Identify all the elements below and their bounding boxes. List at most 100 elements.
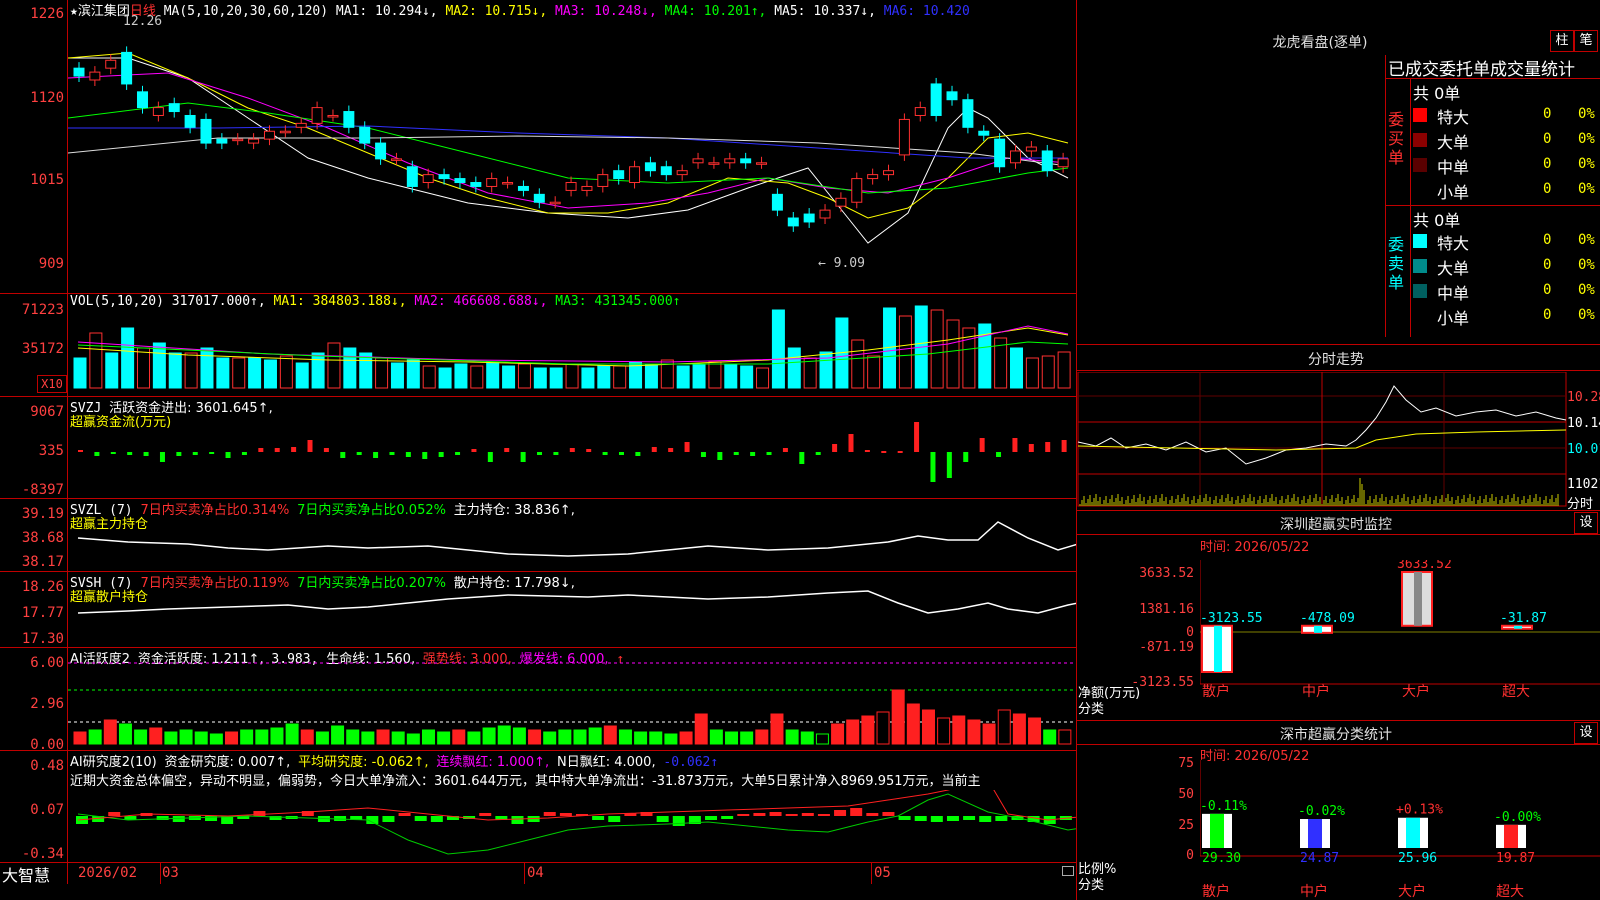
tick-view-button[interactable]: 笔 (1574, 30, 1598, 52)
vol-unit-button[interactable]: X10 (37, 375, 67, 393)
star-icon[interactable]: ★ (70, 4, 78, 19)
color-swatch (1413, 309, 1427, 323)
monitor-bar-core (1214, 625, 1222, 672)
ai2-ytick: 0.07 (30, 802, 64, 818)
monitor-bar-core (1514, 625, 1522, 629)
lhb-row-name: 小单 (1437, 183, 1470, 202)
ai1-bar (997, 709, 1011, 745)
ai2-bar (559, 813, 572, 816)
svzj-bar (241, 452, 247, 455)
svzj-ytick: 335 (38, 443, 64, 459)
candle (1041, 150, 1053, 172)
svzj-bar (258, 448, 264, 452)
classify-change: +0.13% (1396, 803, 1443, 818)
candle (835, 197, 847, 207)
volume-bar (295, 362, 309, 389)
color-swatch (1413, 108, 1427, 122)
monitor-bar-label: -478.09 (1300, 611, 1355, 626)
monitor-settings-button[interactable]: 设 (1574, 512, 1598, 534)
ai2-bar (414, 816, 427, 821)
ma-line (68, 52, 1069, 219)
ai1-bar (649, 731, 663, 745)
svzj-bar (209, 452, 215, 454)
volume-bar (311, 352, 325, 389)
ai1-bar (164, 731, 178, 745)
svzl-ytick: 39.19 (21, 506, 64, 522)
ai2-b: 平均研究度: -0.062↑, (298, 755, 429, 770)
svzj-bar (832, 444, 838, 452)
ai2-bar (930, 816, 943, 822)
svzj-bar (291, 447, 297, 452)
ai1-bar (149, 727, 163, 745)
svzj-bar (78, 450, 83, 452)
volume-bar (502, 365, 516, 389)
svzj-bar (405, 452, 411, 457)
lhb-row-name: 特大 (1437, 108, 1470, 127)
svzj-bar (553, 452, 559, 455)
color-swatch (1413, 158, 1427, 172)
candle (152, 107, 164, 116)
classify-chart: -0.11% 29.30 散户 -0.02% 24.87 中户 +0.13% 25.96 大户 -… (1200, 760, 1600, 900)
svzj-bar (1061, 440, 1067, 452)
svzj-bar (389, 452, 395, 455)
volume-bar (581, 367, 595, 389)
lhb-row-value: 0 (1543, 257, 1552, 273)
svzj-bar (946, 452, 952, 478)
ai1-ytick: 2.96 (30, 696, 64, 712)
ai1-bar (725, 731, 739, 745)
ai2-bar (398, 813, 411, 816)
candle (311, 107, 323, 124)
candle (597, 174, 609, 187)
candle (121, 51, 133, 85)
ai2-c: 连续飘红: 1.000↑, (436, 755, 550, 770)
ai1-bar (346, 729, 360, 745)
svzj-bars (78, 422, 1067, 482)
fenshi-title: 分时走势 (1308, 352, 1364, 368)
monitor-category: 散户 (1202, 683, 1230, 700)
classify-ytick: 25 (1178, 818, 1194, 833)
lock-icon[interactable] (1062, 866, 1074, 876)
ma-line (68, 102, 1069, 194)
volume-bar (248, 357, 262, 389)
ai2-bar (817, 814, 830, 816)
monitor-bar-core (1314, 625, 1322, 633)
ai2-d: N日飘红: 4.000, (556, 755, 656, 770)
svsh-chart (77, 590, 1076, 614)
bar-view-button[interactable]: 柱 (1550, 30, 1574, 52)
brand-logo[interactable]: 大智慧 (2, 862, 50, 886)
volume-bar (343, 347, 357, 389)
candle (867, 174, 879, 180)
ai2-bar (963, 816, 976, 820)
lhb-row: 中单 0 0% (1413, 280, 1600, 303)
candle (756, 162, 768, 165)
candle (200, 118, 212, 144)
ai1-bar (497, 725, 511, 745)
classify-settings-button[interactable]: 设 (1574, 722, 1598, 744)
candle (263, 130, 275, 140)
svzl-ytick: 38.68 (21, 530, 64, 546)
ai1-bar (467, 731, 481, 745)
ai2-bar (672, 816, 685, 826)
candle (470, 182, 482, 187)
ai1-bar (921, 709, 935, 745)
svzj-bar (274, 448, 280, 452)
svzj-bar (996, 452, 1002, 457)
ai1-bar (634, 731, 648, 745)
lhb-row-pct: 0% (1578, 232, 1595, 248)
ai1-bar (452, 729, 466, 745)
sell-total: 共 0单 (1413, 211, 1461, 230)
monitor-bar-core (1414, 572, 1422, 626)
main-ytick: 1120 (30, 90, 64, 106)
ai1-bar (755, 729, 769, 745)
monitor-bar-label: -3123.55 (1200, 611, 1263, 626)
svzj-bar (225, 452, 231, 458)
volume-bar (756, 367, 770, 389)
classify-ytick: 0 (1186, 848, 1194, 863)
color-swatch (1413, 133, 1427, 147)
monitor-category: 超大 (1502, 684, 1530, 700)
svzj-bar (422, 452, 428, 459)
ai2-bar (108, 812, 121, 816)
svzj-bar (848, 434, 854, 452)
volume-bar (136, 347, 150, 389)
ai1-bar (421, 729, 435, 745)
